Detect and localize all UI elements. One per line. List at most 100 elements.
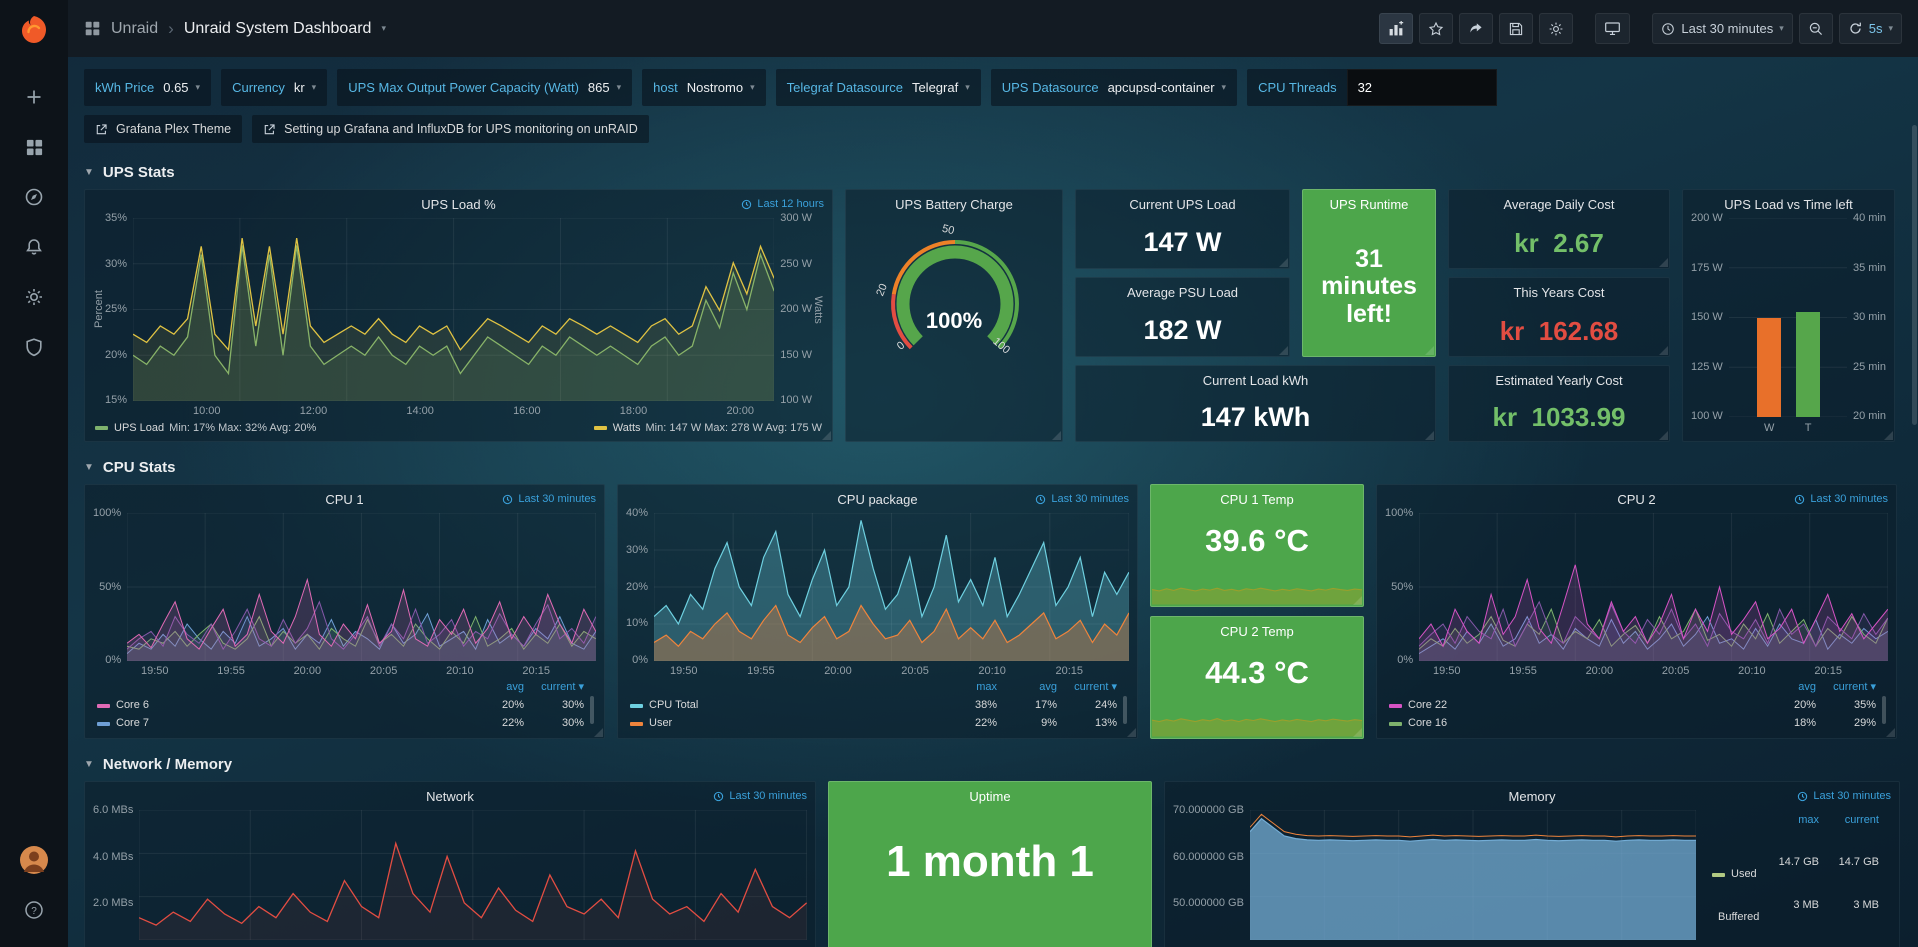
top-navbar: Unraid › Unraid System Dashboard ▾ Last … xyxy=(68,0,1918,57)
row-header-network-memory[interactable]: ▼Network / Memory xyxy=(84,749,1902,779)
configuration-gear-icon[interactable] xyxy=(11,274,57,320)
variable-currency[interactable]: Currencykr▾ xyxy=(221,69,327,106)
legend-series[interactable]: Core 22 xyxy=(1387,697,1758,714)
time-range-picker[interactable]: Last 30 minutes ▾ xyxy=(1652,13,1792,44)
variable-label: UPS Max Output Power Capacity (Watt) xyxy=(348,80,579,95)
axis-tick: 150 W xyxy=(1691,312,1723,323)
title-caret-icon[interactable]: ▾ xyxy=(381,23,386,34)
share-dashboard-button[interactable] xyxy=(1459,13,1493,44)
legend-series[interactable]: User xyxy=(628,715,939,732)
ups-bar-chart[interactable]: WT xyxy=(1729,218,1847,417)
explore-compass-icon[interactable] xyxy=(11,174,57,220)
link-label: Grafana Plex Theme xyxy=(116,122,231,136)
breadcrumb-app[interactable]: Unraid xyxy=(111,20,158,38)
legend-value: 24% xyxy=(1063,697,1119,714)
star-dashboard-button[interactable] xyxy=(1419,13,1453,44)
panel-title[interactable]: Current UPS Load xyxy=(1129,197,1235,212)
cpu-package-chart[interactable] xyxy=(654,513,1129,661)
variable-telegraf-datasource[interactable]: Telegraf DatasourceTelegraf▾ xyxy=(776,69,981,106)
y2-axis-label: Watts xyxy=(812,218,824,401)
legend-series-watts[interactable]: WattsMin: 147 W Max: 278 W Avg: 175 W xyxy=(594,422,822,434)
panel-title[interactable]: UPS Battery Charge xyxy=(895,197,1013,212)
panel-title[interactable]: CPU 2 xyxy=(1617,492,1655,507)
user-avatar[interactable] xyxy=(11,837,57,883)
panel-title[interactable]: UPS Runtime xyxy=(1330,197,1409,212)
panel-title[interactable]: UPS Load % xyxy=(421,197,495,212)
legend-series-ups-load[interactable]: UPS LoadMin: 17% Max: 32% Avg: 20% xyxy=(95,422,316,434)
panel-title[interactable]: Estimated Yearly Cost xyxy=(1495,373,1622,388)
axis-tick: 20:15 xyxy=(1055,665,1083,677)
help-icon[interactable]: ? xyxy=(11,887,57,933)
axis-tick: 35% xyxy=(105,213,127,224)
zoom-out-button[interactable] xyxy=(1799,13,1833,44)
page-scrollbar-thumb[interactable] xyxy=(1912,125,1917,425)
y-axis-label: Percent xyxy=(93,218,105,401)
panel-title[interactable]: CPU 1 Temp xyxy=(1220,492,1293,507)
stat-value: 147 W xyxy=(1076,218,1289,268)
axis-tick: 20:15 xyxy=(1814,665,1842,677)
variable-ups-max-output[interactable]: UPS Max Output Power Capacity (Watt) 865▾ xyxy=(337,69,632,106)
panel-title[interactable]: CPU package xyxy=(837,492,917,507)
template-variables: kWh Price0.65▾ Currencykr▾ UPS Max Outpu… xyxy=(84,69,1902,106)
variable-value[interactable]: Telegraf▾ xyxy=(912,80,970,95)
variable-host[interactable]: hostNostromo▾ xyxy=(642,69,765,106)
panel-cpu-2: CPU 2 Last 30 minutes 100%50%0% 19:5019:… xyxy=(1376,484,1897,739)
cpu1-chart[interactable] xyxy=(127,513,596,661)
axis-tick: 6.0 MBs xyxy=(93,805,133,816)
panel-title[interactable]: Average Daily Cost xyxy=(1503,197,1614,212)
row-header-cpu-stats[interactable]: ▼CPU Stats xyxy=(84,452,1902,482)
variable-value[interactable]: 865▾ xyxy=(588,80,621,95)
alerting-bell-icon[interactable] xyxy=(11,224,57,270)
add-panel-button[interactable] xyxy=(1379,13,1413,44)
memory-chart[interactable] xyxy=(1250,810,1696,940)
legend-col-header: current ▾ xyxy=(530,679,586,696)
cpu-threads-input[interactable] xyxy=(1347,69,1497,106)
variable-kwh-price[interactable]: kWh Price0.65▾ xyxy=(84,69,211,106)
cpu2-chart[interactable] xyxy=(1419,513,1888,661)
panel-title[interactable]: UPS Load vs Time left xyxy=(1724,197,1853,212)
panel-title[interactable]: Uptime xyxy=(969,789,1010,804)
legend-series[interactable]: Core 16 xyxy=(1387,715,1758,732)
legend-series[interactable]: Core 7 xyxy=(95,715,466,732)
variable-value[interactable]: kr▾ xyxy=(294,80,316,95)
legend-scrollbar[interactable] xyxy=(1882,696,1886,724)
save-dashboard-button[interactable] xyxy=(1499,13,1533,44)
variable-value[interactable]: 0.65▾ xyxy=(163,80,200,95)
panel-title[interactable]: Network xyxy=(426,789,474,804)
panel-ups-runtime: UPS Runtime 31 minutes left! xyxy=(1302,189,1436,357)
legend-scrollbar[interactable] xyxy=(1123,696,1127,724)
variable-label: CPU Threads xyxy=(1258,80,1347,95)
refresh-picker[interactable]: 5s ▾ xyxy=(1839,13,1902,44)
legend-col-header: avg xyxy=(1762,679,1818,696)
cycle-view-tv-button[interactable] xyxy=(1595,13,1630,44)
legend-scrollbar[interactable] xyxy=(590,696,594,724)
panel-title[interactable]: This Years Cost xyxy=(1513,285,1604,300)
ups-load-chart[interactable] xyxy=(133,218,774,401)
panel-title[interactable]: Memory xyxy=(1509,789,1556,804)
panel-title[interactable]: CPU 2 Temp xyxy=(1220,624,1293,639)
dashboard-title[interactable]: Unraid System Dashboard xyxy=(184,20,372,38)
link-grafana-plex-theme[interactable]: Grafana Plex Theme xyxy=(84,115,242,143)
variable-value[interactable]: apcupsd-container▾ xyxy=(1108,80,1227,95)
server-admin-shield-icon[interactable] xyxy=(11,324,57,370)
link-ups-monitoring-guide[interactable]: Setting up Grafana and InfluxDB for UPS … xyxy=(252,115,649,143)
grafana-logo-icon[interactable] xyxy=(16,12,52,48)
axis-tick: 12:00 xyxy=(300,405,328,417)
panel-title[interactable]: Average PSU Load xyxy=(1127,285,1238,300)
dashboards-icon[interactable] xyxy=(11,124,57,170)
axis-tick: 50% xyxy=(99,582,121,593)
panel-title[interactable]: CPU 1 xyxy=(325,492,363,507)
legend-series[interactable]: Core 6 xyxy=(95,697,466,714)
legend-value: 29% xyxy=(1822,715,1878,732)
dashboard-settings-button[interactable] xyxy=(1539,13,1573,44)
legend-value: 3 MB xyxy=(1825,897,1881,938)
variable-ups-datasource[interactable]: UPS Datasourceapcupsd-container▾ xyxy=(991,69,1237,106)
legend-series[interactable]: Buffered xyxy=(1710,897,1761,938)
legend-series[interactable]: CPU Total xyxy=(628,697,939,714)
create-plus-icon[interactable] xyxy=(11,74,57,120)
variable-value[interactable]: Nostromo▾ xyxy=(687,80,755,95)
row-header-ups-stats[interactable]: ▼UPS Stats xyxy=(84,157,1902,187)
network-chart[interactable] xyxy=(139,810,807,940)
legend-series[interactable]: Used xyxy=(1710,854,1761,895)
panel-title[interactable]: Current Load kWh xyxy=(1203,373,1309,388)
